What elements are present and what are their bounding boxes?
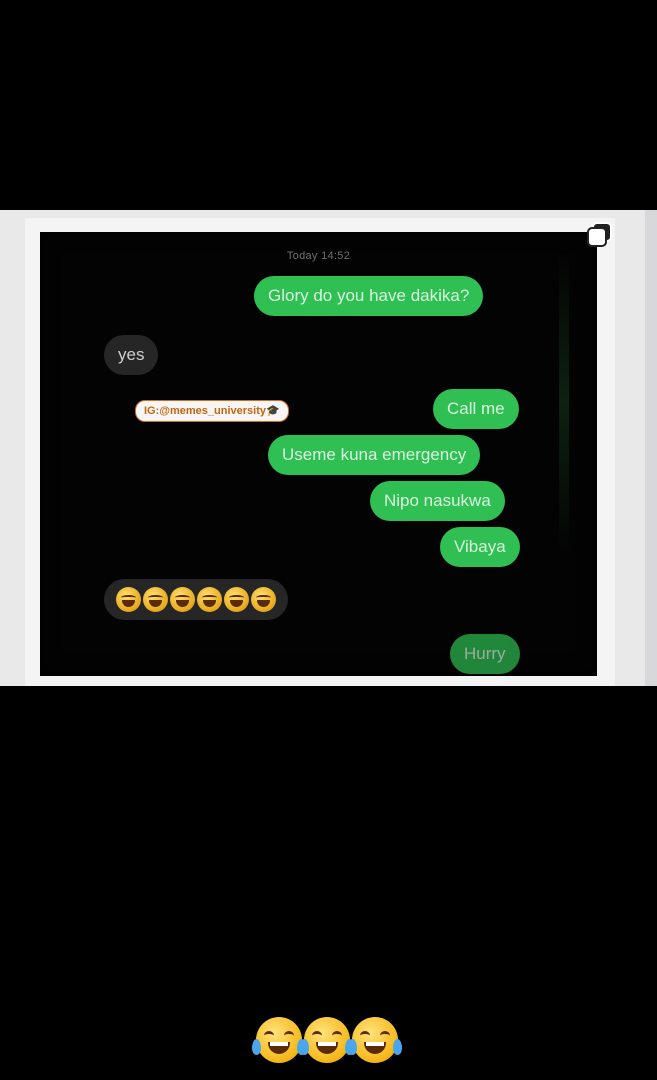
post-image-frame: Today 14:52 Glory do you have dakika? ye… (0, 210, 657, 686)
tears-of-joy-icon (170, 587, 195, 612)
tears-of-joy-icon (251, 587, 276, 612)
chat-screenshot: Today 14:52 Glory do you have dakika? ye… (40, 232, 597, 676)
tears-of-joy-icon (348, 1017, 402, 1063)
message-bubble-outgoing: Glory do you have dakika? (254, 276, 484, 316)
post-photo[interactable]: Today 14:52 Glory do you have dakika? ye… (25, 218, 615, 686)
tears-of-joy-icon (300, 1017, 354, 1063)
caption-emoji (252, 1017, 402, 1063)
message-bubble-outgoing: Vibaya (440, 527, 520, 567)
tears-of-joy-icon (197, 587, 222, 612)
message-bubble-incoming-emoji (104, 579, 288, 620)
message-bubble-outgoing: Call me (433, 389, 519, 429)
message-bubble-outgoing: Hurry (450, 634, 520, 674)
tears-of-joy-icon (143, 587, 168, 612)
message-bubble-outgoing: Useme kuna emergency (268, 435, 481, 475)
watermark-tag: IG:@memes_university🎓 (135, 400, 289, 422)
chat-timestamp: Today 14:52 (286, 250, 351, 262)
message-bubble-outgoing: Nipo nasukwa (370, 481, 505, 521)
tears-of-joy-icon (252, 1017, 306, 1063)
emoji-row (116, 587, 276, 612)
message-bubble-incoming: yes (104, 335, 159, 375)
copy-icon[interactable] (585, 220, 615, 250)
tears-of-joy-icon (116, 587, 141, 612)
frame-edge (645, 210, 657, 686)
screen-glare (559, 252, 569, 552)
screen-root: { "post": { "timestamp": "Today 14:52", … (0, 0, 657, 1080)
tears-of-joy-icon (224, 587, 249, 612)
